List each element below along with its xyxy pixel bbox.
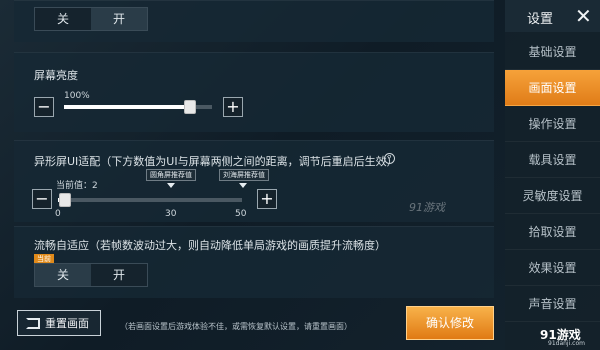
- ui-adapt-label: 异形屏UI适配（下方数值为UI与屏幕两侧之间的距离，调节后重启后生效）: [34, 155, 398, 168]
- brightness-fill: [64, 105, 190, 109]
- sidebar-title: 设置: [527, 12, 554, 27]
- brightness-minus-button[interactable]: −: [34, 97, 54, 117]
- sidebar-item-sensitivity[interactable]: 灵敏度设置: [505, 178, 600, 214]
- brightness-thumb[interactable]: [183, 100, 196, 114]
- ui-adapt-thumb[interactable]: [59, 193, 72, 207]
- ui-adapt-section: 异形屏UI适配（下方数值为UI与屏幕两侧之间的距离，调节后重启后生效） ? 当前…: [14, 140, 494, 222]
- confirm-button[interactable]: 确认修改: [406, 306, 494, 340]
- ui-adapt-minus-button[interactable]: −: [32, 189, 52, 209]
- tick-50: 50: [235, 209, 247, 219]
- ui-adapt-track[interactable]: [58, 198, 242, 202]
- smooth-section: 流畅自适应（若帧数波动过大，则自动降低单局游戏的画质提升流畅度） 当前 关 开: [14, 226, 494, 298]
- sidebar-item-basic[interactable]: 基础设置: [505, 34, 600, 70]
- smooth-label: 流畅自适应（若帧数波动过大，则自动降低单局游戏的画质提升流畅度）: [34, 239, 386, 252]
- ui-adapt-current: 当前值：2: [56, 181, 98, 191]
- sidebar: 设置 ✕ 基础设置 画面设置 操作设置 载具设置 灵敏度设置 拾取设置 效果设置…: [505, 0, 600, 350]
- brightness-section: 屏幕亮度 − 100% +: [14, 52, 494, 132]
- help-icon[interactable]: ?: [384, 153, 395, 164]
- top-section: 关 开: [14, 0, 494, 42]
- sidebar-item-effects[interactable]: 效果设置: [505, 250, 600, 286]
- top-toggle[interactable]: 关 开: [34, 7, 148, 31]
- top-toggle-on[interactable]: 开: [91, 8, 147, 30]
- tick-30: 30: [165, 209, 177, 219]
- brightness-plus-button[interactable]: +: [223, 97, 243, 117]
- watermark: 91游戏: [409, 201, 445, 214]
- sidebar-header: 设置 ✕: [505, 0, 600, 32]
- sidebar-item-sound[interactable]: 声音设置: [505, 286, 600, 322]
- brightness-value: 100%: [64, 91, 90, 101]
- site-url: 91danji.com: [548, 340, 585, 347]
- sidebar-item-graphics[interactable]: 画面设置: [505, 70, 600, 106]
- sidebar-item-vehicle[interactable]: 载具设置: [505, 142, 600, 178]
- footer-note: （若画面设置后游戏体验不佳，或需恢复默认设置，请重置画面）: [120, 322, 352, 331]
- round-screen-tag: 圆角屏推荐值: [146, 169, 196, 181]
- smooth-toggle[interactable]: 关 开: [34, 263, 148, 287]
- notch-screen-marker: [239, 183, 247, 188]
- reset-screen-button[interactable]: 重置画面: [17, 310, 101, 336]
- ui-adapt-plus-button[interactable]: +: [257, 189, 277, 209]
- notch-screen-tag: 刘海屏推荐值: [219, 169, 269, 181]
- sidebar-item-controls[interactable]: 操作设置: [505, 106, 600, 142]
- settings-panel: 关 开 屏幕亮度 − 100% + 异形屏UI适配（下方数值为UI与屏幕两侧之间…: [14, 0, 494, 350]
- top-toggle-off[interactable]: 关: [35, 8, 91, 30]
- brightness-label: 屏幕亮度: [34, 69, 78, 82]
- reset-label: 重置画面: [45, 317, 89, 330]
- sidebar-item-pickup[interactable]: 拾取设置: [505, 214, 600, 250]
- tick-0: 0: [55, 209, 61, 219]
- round-screen-marker: [167, 183, 175, 188]
- close-icon[interactable]: ✕: [575, 4, 592, 28]
- smooth-toggle-on[interactable]: 开: [91, 264, 147, 286]
- smooth-toggle-off[interactable]: 关: [35, 264, 91, 286]
- reset-icon: [26, 317, 40, 329]
